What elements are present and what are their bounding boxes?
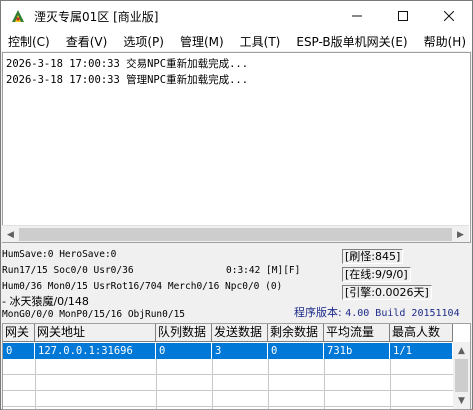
minimize-icon [352, 15, 362, 17]
scroll-thumb[interactable] [19, 228, 452, 241]
maximize-button[interactable] [380, 1, 426, 31]
maximize-icon [398, 11, 408, 21]
scroll-left-icon[interactable]: ◀ [2, 226, 19, 243]
column-header-address[interactable]: 网关地址 [35, 324, 156, 342]
program-version: 程序版本: 4.00 Build 20151104 [294, 304, 460, 320]
status-hum: Hum0/36 Mon0/15 UsrRot16/704 Merch0/16 N… [2, 281, 283, 292]
column-header-max-users[interactable]: 最高人数 [390, 324, 453, 342]
online-count: [在线:9/9/0] [342, 267, 411, 282]
status-mon: MonG0/0/0 MonP0/15/16 ObjRun0/15 [2, 309, 186, 320]
cell-queue: 0 [156, 343, 212, 359]
table-row[interactable]: 0 127.0.0.1:31696 0 3 0 731b 1/1 [3, 343, 453, 359]
menu-tools[interactable]: 工具(T) [233, 33, 281, 50]
engine-time: [引擎:0.0026天] [342, 285, 432, 300]
app-icon [9, 7, 27, 25]
cell-max-users: 1/1 [390, 343, 453, 359]
window-controls [334, 1, 472, 31]
table-header: 网关 网关地址 队列数据 发送数据 剩余数据 平均流量 最高人数 [3, 324, 453, 342]
status-panel: HumSave:0 HeroSave:0 Run17/15 Soc0/0 Usr… [1, 244, 472, 322]
scroll-right-icon[interactable]: ▶ [452, 226, 469, 243]
window-title: 湮灭专属01区 [商业版] [34, 9, 159, 24]
cell-sent: 3 [212, 343, 268, 359]
scroll-thumb[interactable] [455, 359, 468, 392]
close-icon [444, 11, 454, 21]
menu-help[interactable]: 帮助(H) [417, 33, 466, 50]
column-header-gateway[interactable]: 网关 [3, 324, 35, 342]
scroll-down-icon[interactable]: ▼ [453, 392, 470, 409]
table-gridlines [3, 359, 453, 409]
column-header-remaining[interactable]: 剩余数据 [268, 324, 324, 342]
log-horizontal-scrollbar[interactable]: ◀ ▶ [2, 225, 469, 242]
cell-remaining: 0 [268, 343, 324, 359]
status-monster: - 冰天猿魔/0/148 [2, 295, 89, 308]
refresh-monster-count: [刷怪:845] [342, 249, 404, 264]
title-bar[interactable]: 湮灭专属01区 [商业版] [1, 1, 472, 31]
log-panel[interactable]: 2026-3-18 17:00:33 交易NPC重新加载完成... 2026-3… [2, 52, 471, 243]
cell-address: 127.0.0.1:31696 [35, 343, 156, 359]
table-vertical-scrollbar[interactable]: ▲ ▼ [453, 342, 470, 409]
column-header-avg-traffic[interactable]: 平均流量 [324, 324, 390, 342]
log-line: 2026-3-18 17:00:33 管理NPC重新加载完成... [6, 74, 249, 86]
gateway-table[interactable]: 网关 网关地址 队列数据 发送数据 剩余数据 平均流量 最高人数 0 127.0… [2, 323, 471, 410]
column-header-queue[interactable]: 队列数据 [156, 324, 212, 342]
menu-bar: 控制(C) 查看(V) 选项(P) 管理(M) 工具(T) ESP-B版单机网关… [1, 31, 472, 51]
scroll-up-icon[interactable]: ▲ [453, 342, 470, 359]
cell-avg-traffic: 731b [324, 343, 390, 359]
minimize-button[interactable] [334, 1, 380, 31]
menu-view[interactable]: 查看(V) [59, 33, 108, 50]
main-window: 湮灭专属01区 [商业版] 控制(C) 查看(V) 选项(P) 管理(M) 工具… [0, 0, 473, 410]
menu-control[interactable]: 控制(C) [1, 33, 50, 50]
version-value: 4.00 Build 20151104 [345, 308, 460, 319]
cell-gateway: 0 [3, 343, 35, 359]
status-run: Run17/15 Soc0/0 Usr0/36 [2, 265, 134, 276]
version-label: 程序版本: [294, 306, 346, 319]
column-header-sent[interactable]: 发送数据 [212, 324, 268, 342]
status-save: HumSave:0 HeroSave:0 [2, 249, 117, 260]
close-button[interactable] [426, 1, 472, 31]
menu-options[interactable]: 选项(P) [116, 33, 164, 50]
log-line: 2026-3-18 17:00:33 交易NPC重新加载完成... [6, 58, 249, 70]
menu-manage[interactable]: 管理(M) [173, 33, 224, 50]
status-clock: 0:3:42 [M][F] [226, 265, 301, 276]
menu-gateway[interactable]: ESP-B版单机网关(E) [289, 33, 407, 50]
